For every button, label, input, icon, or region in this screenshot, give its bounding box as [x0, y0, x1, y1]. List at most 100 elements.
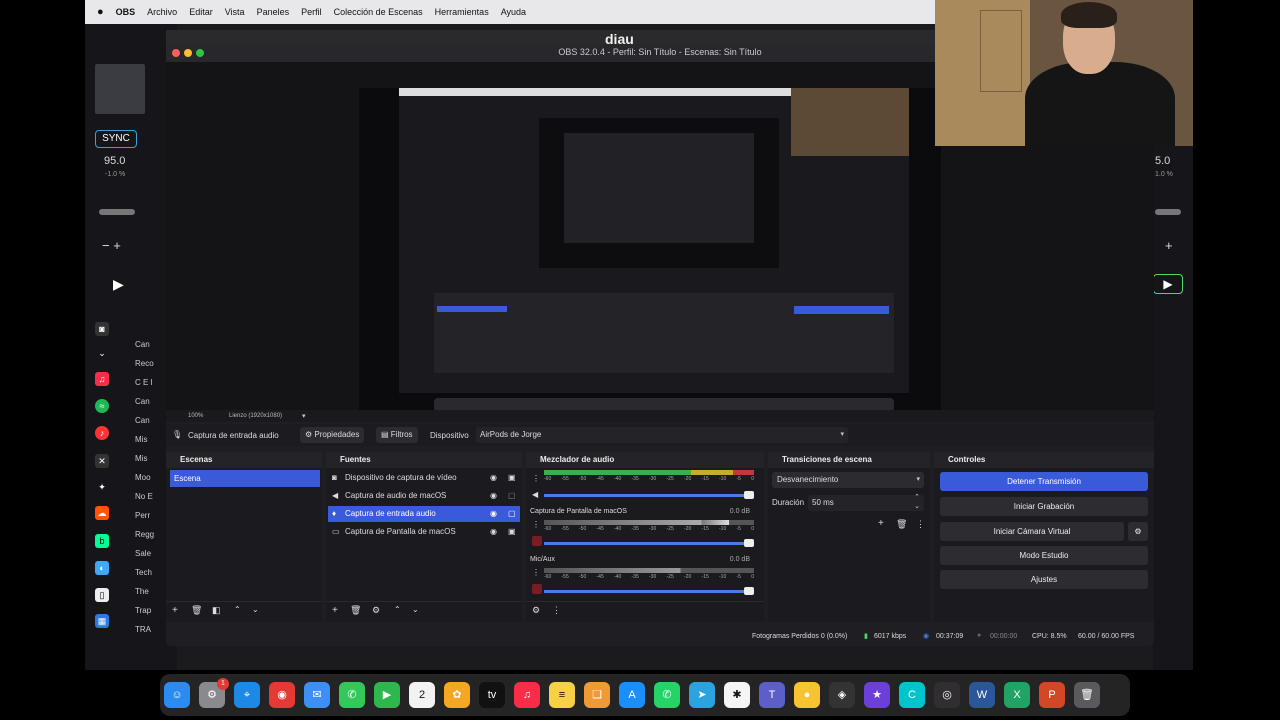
menu-item[interactable]: Vista [225, 7, 245, 17]
library-item[interactable]: Sale [135, 549, 167, 568]
menu-item[interactable]: Perfil [301, 7, 322, 17]
preview-canvas[interactable] [359, 88, 941, 419]
mute-icon[interactable] [532, 584, 542, 594]
move-down-button[interactable]: ⌄ [412, 605, 419, 614]
transition-menu-button[interactable]: ⋮ [916, 519, 925, 530]
mute-icon[interactable] [532, 536, 542, 546]
virtual-camera-settings-button[interactable]: ⚙ [1128, 522, 1148, 541]
lock-icon[interactable]: ▢ [508, 488, 516, 504]
library-item[interactable]: Trap [135, 606, 167, 625]
obs-icon[interactable]: ◎ [934, 682, 960, 708]
word-icon[interactable]: W [969, 682, 995, 708]
imovie-icon[interactable]: ★ [864, 682, 890, 708]
visibility-eye-icon[interactable]: ◉ [490, 488, 497, 504]
mixer-settings-button[interactable]: ⚙ [532, 605, 540, 616]
remove-source-button[interactable]: 🗑 [350, 605, 361, 616]
tidal-icon[interactable]: ✦ [95, 480, 109, 494]
stepper-icon[interactable]: ⌃ ⌄ [914, 493, 920, 511]
messages-icon[interactable]: ✆ [339, 682, 365, 708]
source-row-selected[interactable]: ♦ Captura de entrada audio ◉ ▢ [328, 506, 520, 522]
library-item[interactable]: Tech [135, 568, 167, 587]
device-select[interactable]: AirPods de Jorge ▾ [476, 427, 848, 443]
app-store-icon[interactable]: A [619, 682, 645, 708]
play-button-right[interactable]: ▶ [1153, 274, 1183, 294]
pitch-slider[interactable] [99, 209, 135, 215]
add-transition-button[interactable]: + [878, 518, 884, 529]
transition-select[interactable]: Desvanecimiento ▾ [772, 472, 924, 488]
music-icon[interactable]: ♫ [514, 682, 540, 708]
trash-icon[interactable]: 🗑 [1074, 682, 1100, 708]
soundcloud-icon[interactable]: ☁ [95, 506, 109, 520]
menu-item[interactable]: Paneles [257, 7, 290, 17]
start-recording-button[interactable]: Iniciar Grabación [940, 497, 1148, 516]
menu-item[interactable]: Herramientas [435, 7, 489, 17]
mail-icon[interactable]: ✉ [304, 682, 330, 708]
game-controller-icon[interactable]: ◈ [829, 682, 855, 708]
volume-slider[interactable] [544, 542, 754, 545]
menu-item[interactable]: Archivo [147, 7, 177, 17]
teams-icon[interactable]: T [759, 682, 785, 708]
settings-button[interactable]: Ajustes [940, 570, 1148, 589]
system-settings-icon[interactable]: ⚙ 1 [199, 678, 229, 708]
stop-stream-button[interactable]: Detener Transmisión [940, 472, 1148, 491]
emoji-icon[interactable]: ● [794, 682, 820, 708]
scene-filters-button[interactable]: ◧ [212, 605, 221, 616]
duration-input[interactable]: 50 ms ⌃ ⌄ [808, 493, 924, 511]
library-item[interactable]: Mis [135, 454, 167, 473]
safari-icon[interactable]: ⌖ [234, 682, 260, 708]
library-item[interactable]: TRA [135, 625, 167, 644]
library-item[interactable]: Can [135, 340, 167, 359]
add-scene-button[interactable]: + [172, 605, 178, 616]
powerpoint-icon[interactable]: P [1039, 682, 1065, 708]
remove-scene-button[interactable]: 🗑 [191, 605, 202, 616]
filters-button[interactable]: ▤ Filtros [376, 427, 418, 443]
library-item[interactable]: Can [135, 416, 167, 435]
library-item[interactable]: Reco [135, 359, 167, 378]
move-up-button[interactable]: ⌃ [394, 605, 401, 614]
chatgpt-icon[interactable]: ✱ [724, 682, 750, 708]
zoom-level[interactable]: 100% [188, 413, 203, 419]
visibility-eye-icon[interactable]: ◉ [490, 524, 497, 540]
menu-app-name[interactable]: OBS [116, 7, 136, 17]
library-item[interactable]: C E I [135, 378, 167, 397]
photos-icon[interactable]: ✿ [444, 682, 470, 708]
scene-item[interactable]: Escena [170, 470, 320, 487]
volume-slider[interactable] [544, 494, 754, 497]
visibility-eye-icon[interactable]: ◉ [490, 506, 497, 522]
pitch-slider-right[interactable] [1155, 209, 1181, 215]
chrome-icon[interactable]: ◉ [269, 682, 295, 708]
plus-button-right[interactable]: + [1165, 238, 1173, 253]
channel-menu-icon[interactable]: ⋮ [532, 474, 540, 483]
volume-slider-handle[interactable] [744, 491, 754, 499]
music-app-icon[interactable]: ♪ [95, 426, 109, 440]
spotify-icon[interactable]: ≈ [95, 399, 109, 413]
files-icon[interactable]: ◐ [95, 561, 109, 575]
calendar-icon[interactable]: 2 [409, 682, 435, 708]
facetime-icon[interactable]: ▶ [374, 682, 400, 708]
source-row[interactable]: ◙ Dispositivo de captura de vídeo ◉ ▣ [328, 470, 520, 486]
whatsapp-icon[interactable]: ✆ [654, 682, 680, 708]
notes-icon[interactable]: ≡ [549, 682, 575, 708]
library-item[interactable]: Moo [135, 473, 167, 492]
tools-icon[interactable]: ✕ [95, 454, 109, 468]
source-row[interactable]: ▭ Captura de Pantalla de macOS ◉ ▣ [328, 524, 520, 540]
beatport-icon[interactable]: b [95, 534, 109, 548]
books-icon[interactable]: ❑ [584, 682, 610, 708]
source-row[interactable]: ◀ Captura de audio de macOS ◉ ▢ [328, 488, 520, 504]
library-item[interactable]: The [135, 587, 167, 606]
add-source-button[interactable]: + [332, 605, 338, 616]
camera-icon[interactable]: ◙ [95, 322, 109, 336]
library-item[interactable]: Mis [135, 435, 167, 454]
device-icon[interactable]: ▯ [95, 588, 109, 602]
volume-slider[interactable] [544, 590, 754, 593]
lock-icon[interactable]: ▢ [508, 506, 516, 522]
grid-icon[interactable]: ▦ [95, 614, 109, 628]
library-item[interactable]: Can [135, 397, 167, 416]
move-down-button[interactable]: ⌄ [252, 605, 259, 614]
canva-icon[interactable]: C [899, 682, 925, 708]
channel-menu-icon[interactable]: ⋮ [532, 568, 540, 577]
apple-tv-icon[interactable]: tv [479, 682, 505, 708]
speaker-icon[interactable]: ◀ [532, 490, 538, 499]
visibility-eye-icon[interactable]: ◉ [490, 470, 497, 486]
volume-slider-handle[interactable] [744, 539, 754, 547]
